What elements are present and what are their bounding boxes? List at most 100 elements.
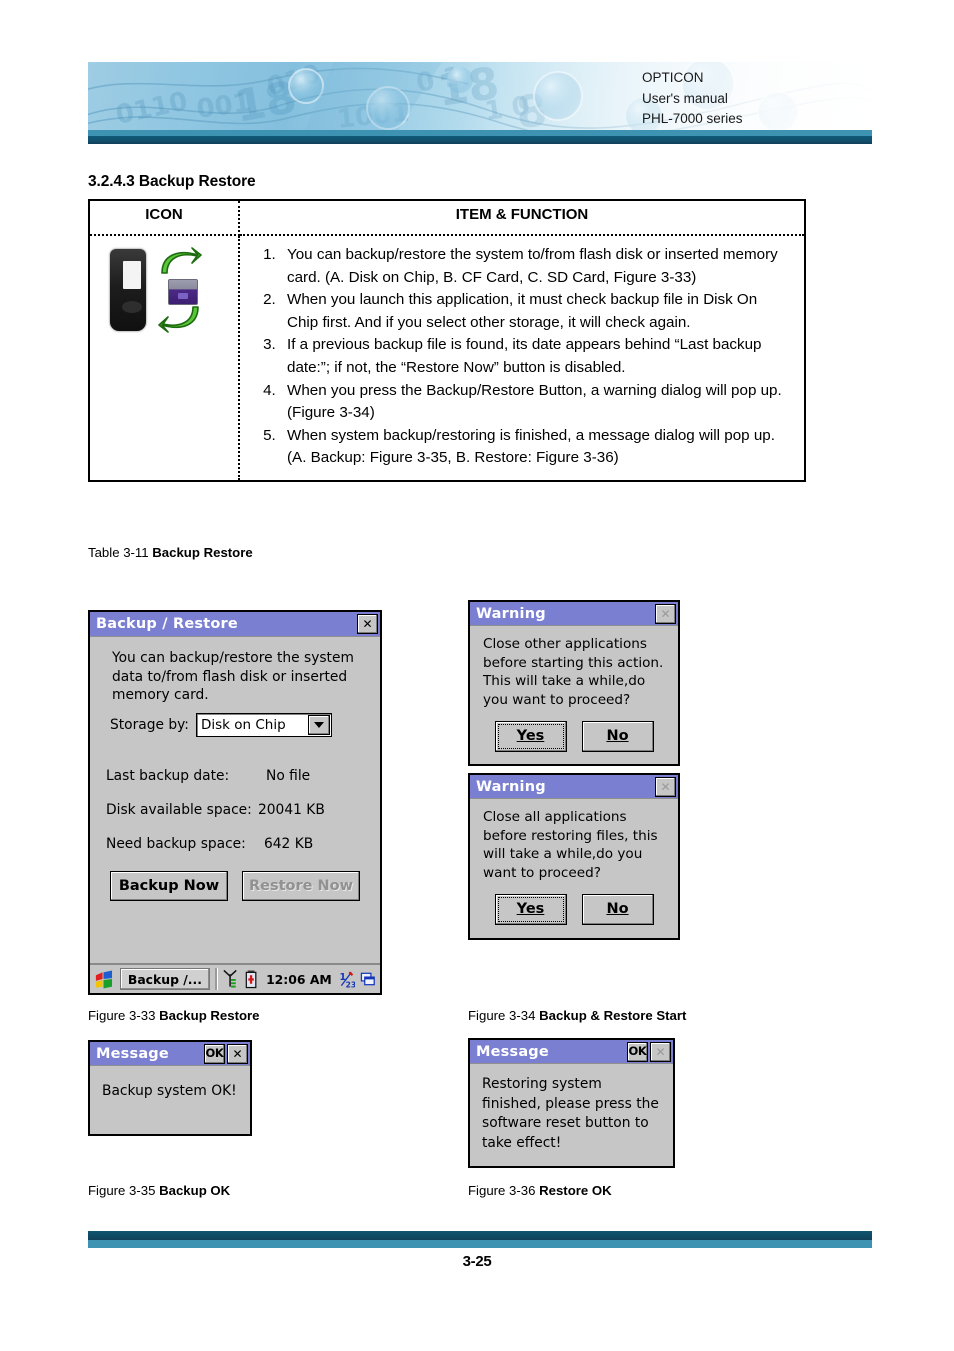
yes-button-label: Yes xyxy=(516,728,545,745)
ok-button[interactable]: OK xyxy=(204,1043,225,1064)
warning-dialog-restore: Warning ✕ Close all applications before … xyxy=(468,773,680,940)
warning-dialog-backup: Warning ✕ Close other applications befor… xyxy=(468,600,680,766)
device-keypad xyxy=(122,301,142,313)
battery-icon[interactable] xyxy=(243,969,259,989)
handwriting-input-icon[interactable]: 1 23 xyxy=(339,969,355,989)
no-button[interactable]: No xyxy=(581,894,654,926)
header-series: PHL-7000 series xyxy=(642,111,743,126)
intro-text: You can backup/restore the system data t… xyxy=(112,650,354,703)
close-icon[interactable]: ✕ xyxy=(357,614,378,634)
app-content-area: You can backup/restore the system data t… xyxy=(90,637,380,957)
page-title: 3.2.4.3 Backup Restore xyxy=(88,173,256,190)
warning-message: Close other applications before starting… xyxy=(483,636,664,708)
figure-36-caption-prefix: Figure 3-36 xyxy=(468,1183,540,1198)
dialog-body: Close other applications before starting… xyxy=(470,626,678,753)
storage-select[interactable]: Disk on Chip xyxy=(195,713,332,737)
figure-36-caption-title: Restore OK xyxy=(539,1183,612,1198)
action-button-row: Backup Now Restore Now xyxy=(110,871,360,901)
svg-text:23: 23 xyxy=(345,981,354,989)
taskbar-clock: 12:06 AM xyxy=(266,971,332,987)
windows-start-flag-icon[interactable] xyxy=(94,969,115,990)
warning-message: Close all applications before restoring … xyxy=(483,809,658,881)
sync-arrow-up-icon xyxy=(161,247,202,274)
close-icon[interactable]: ✕ xyxy=(650,1041,671,1062)
handheld-device-icon xyxy=(110,249,146,331)
header-meta: OPTICON User's manual PHL-7000 series xyxy=(492,68,872,130)
last-backup-date-label: Last backup date: xyxy=(106,768,230,784)
function-list: You can backup/restore the system to/fro… xyxy=(246,244,792,470)
no-button[interactable]: No xyxy=(581,721,654,753)
window-titlebar: Warning ✕ xyxy=(470,775,678,799)
yes-button-label: Yes xyxy=(516,901,545,918)
figure-33-caption-prefix: Figure 3-33 xyxy=(88,1008,160,1023)
list-item: You can backup/restore the system to/fro… xyxy=(280,244,792,289)
list-item: When you launch this application, it mus… xyxy=(280,289,792,334)
chevron-down-icon[interactable] xyxy=(307,715,330,735)
message-text: Backup system OK! xyxy=(102,1083,237,1099)
no-button-label: No xyxy=(606,901,629,918)
window-title: Message xyxy=(96,1045,169,1062)
taskbar-separator xyxy=(214,968,217,990)
message-dialog-backup-ok: Message OK ✕ Backup system OK! xyxy=(88,1040,252,1136)
message-dialog-restore-ok: Message OK ✕ Restoring system finished, … xyxy=(468,1038,675,1168)
figure-35-caption-title: Backup OK xyxy=(159,1183,231,1198)
footer-rule-light xyxy=(88,1240,872,1248)
column-header-icon: ICON xyxy=(88,199,240,236)
last-backup-date-row: Last backup date: No file xyxy=(106,768,368,784)
taskbar-task-button[interactable]: Backup /... xyxy=(119,968,210,990)
taskbar: Backup /... 12:06 AM 1 23 xyxy=(90,963,380,993)
icon-cell xyxy=(88,234,240,482)
show-desktop-icon[interactable] xyxy=(360,969,376,989)
backup-restore-device-sync-icon xyxy=(106,245,222,337)
header-banner: 0110 001 010 1001 0 1 1 0 18 18 8 xyxy=(88,62,872,136)
figure-34-caption: Figure 3-34 Backup & Restore Start xyxy=(468,1008,686,1023)
backup-now-button[interactable]: Backup Now xyxy=(110,871,228,901)
need-backup-space-label: Need backup space: xyxy=(106,836,246,852)
antenna-signal-icon[interactable] xyxy=(222,969,238,989)
need-backup-space-value: 642 KB xyxy=(264,836,314,852)
backup-restore-table: ICON ITEM & FUNCTION 1. You can backup/r… xyxy=(88,199,806,482)
close-icon[interactable]: ✕ xyxy=(227,1043,248,1064)
disk-available-space-row: Disk available space: 20041 KB xyxy=(106,802,368,818)
item-function-cell: You can backup/restore the system to/fro… xyxy=(238,234,806,482)
disk-available-space-value: 20041 KB xyxy=(258,802,325,818)
storage-label: Storage by: xyxy=(110,717,189,733)
close-icon[interactable]: ✕ xyxy=(655,603,676,624)
dialog-button-row: Yes No xyxy=(483,721,665,753)
message-text: Restoring system finished, please press … xyxy=(482,1076,659,1151)
window-title: Warning xyxy=(476,605,546,622)
figure-34-caption-prefix: Figure 3-34 xyxy=(468,1008,540,1023)
figure-36-caption: Figure 3-36 Restore OK xyxy=(468,1183,612,1198)
window-titlebar: Message OK ✕ xyxy=(90,1042,250,1066)
ok-button[interactable]: OK xyxy=(627,1041,648,1062)
column-header-item-function: ITEM & FUNCTION xyxy=(238,199,806,236)
list-item: When system backup/restoring is finished… xyxy=(280,425,792,470)
dialog-button-row: Yes No xyxy=(483,894,665,926)
figure-33-caption: Figure 3-33 Backup Restore xyxy=(88,1008,260,1023)
table-caption-prefix: Table 3-11 xyxy=(88,545,153,560)
window-titlebar: Warning ✕ xyxy=(470,602,678,626)
figure-35-caption: Figure 3-35 Backup OK xyxy=(88,1183,230,1198)
device-screen xyxy=(123,261,141,289)
no-button-label: No xyxy=(606,728,629,745)
figure-33-caption-title: Backup Restore xyxy=(159,1008,260,1023)
header-rule-dark xyxy=(88,136,872,144)
dialog-body: Backup system OK! xyxy=(90,1066,250,1117)
restore-now-button: Restore Now xyxy=(242,871,360,901)
storage-select-value: Disk on Chip xyxy=(200,717,286,733)
disk-available-space-label: Disk available space: xyxy=(106,802,252,818)
table-caption: Table 3-11 Backup Restore xyxy=(88,545,253,560)
list-item: When you press the Backup/Restore Button… xyxy=(280,380,792,425)
storage-selector-row: Storage by: Disk on Chip xyxy=(110,713,332,737)
yes-button[interactable]: Yes xyxy=(494,894,567,926)
table-header-row: ICON ITEM & FUNCTION xyxy=(88,199,806,236)
yes-button[interactable]: Yes xyxy=(494,721,567,753)
last-backup-date-value: No file xyxy=(266,768,311,784)
close-icon[interactable]: ✕ xyxy=(655,776,676,797)
dialog-body: Restoring system finished, please press … xyxy=(470,1064,673,1164)
table-row: You can backup/restore the system to/fro… xyxy=(88,234,806,482)
window-title: Warning xyxy=(476,778,546,795)
window-title: Backup / Restore xyxy=(96,616,238,632)
figure-34-caption-title: Backup & Restore Start xyxy=(539,1008,687,1023)
backup-restore-app-window: Backup / Restore ✕ You can backup/restor… xyxy=(88,610,382,995)
